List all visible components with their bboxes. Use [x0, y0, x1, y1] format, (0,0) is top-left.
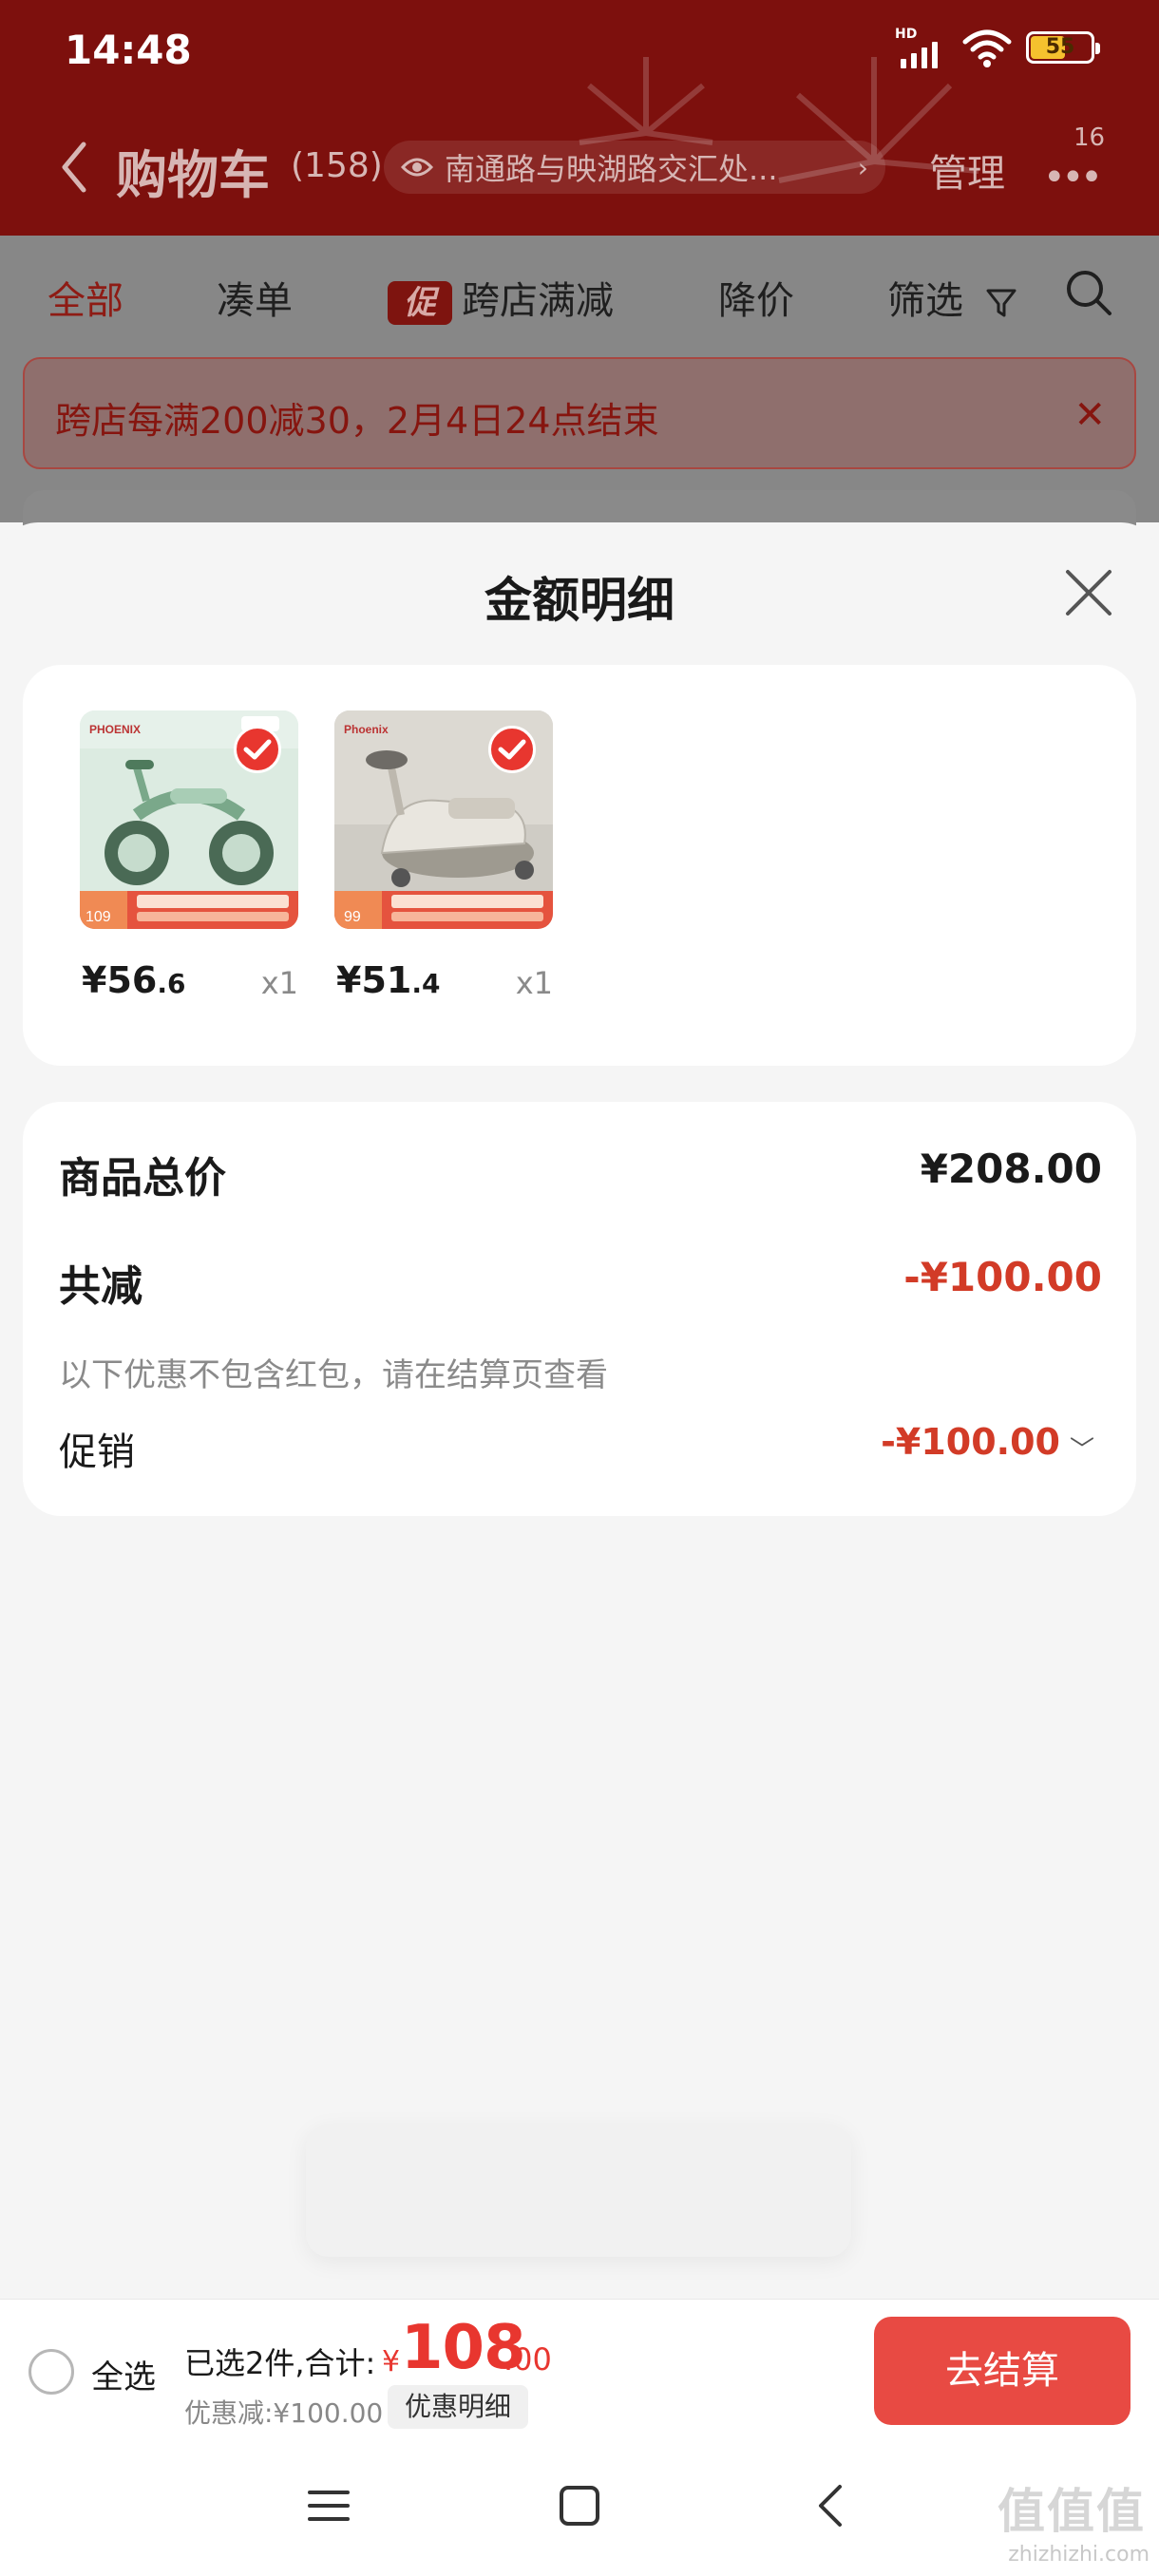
promo-badge: 促	[388, 281, 452, 325]
item-price-int: ¥56	[82, 959, 158, 1001]
item-price: ¥51.4	[336, 959, 440, 1001]
checkout-bar: 全选 已选2件,合计: ¥ 108 .00 优惠减:¥100.00 优惠明细 去…	[0, 2299, 1159, 2441]
page-title: 购物车	[116, 145, 270, 205]
discount-label: 共减	[59, 1262, 142, 1311]
tab-price-drop[interactable]: 降价	[718, 270, 794, 325]
total-amount-decimal: .00	[504, 2341, 552, 2377]
system-nav-bar: 值值值 zhizhizhi.com	[0, 2441, 1159, 2576]
back-icon[interactable]	[806, 2479, 859, 2532]
signal-hd-label: HD	[895, 27, 918, 42]
eye-icon	[401, 158, 433, 177]
total-currency: ¥	[382, 2345, 401, 2378]
wifi-icon	[962, 29, 1012, 67]
cart-count: (158)	[291, 146, 383, 185]
address-text: 南通路与映湖路交汇处...	[445, 151, 778, 187]
discount-detail-button[interactable]: 优惠明细	[388, 2385, 529, 2429]
item-price-int: ¥51	[336, 959, 412, 1001]
battery-level: 55	[1045, 35, 1075, 59]
discount-value: -¥100.00	[903, 1254, 1102, 1300]
tab-cross-store[interactable]: 促跨店满减	[388, 270, 614, 325]
menu-icon[interactable]	[302, 2479, 355, 2532]
price-summary-card: 商品总价 ¥208.00 共减 -¥100.00 以下优惠不包含红包，请在结算页…	[23, 1102, 1136, 1516]
svg-text:109: 109	[86, 909, 111, 925]
promotion-label: 促销	[59, 1430, 135, 1474]
search-icon[interactable]	[1064, 268, 1113, 317]
signal-icon: HD	[895, 27, 948, 68]
selected-items-card: PHOENIX 109 ¥56.6 x1 Phoenix 99 ¥51.4 x1	[23, 665, 1136, 1066]
tab-filter[interactable]: 筛选	[887, 270, 1017, 325]
watermark-logo: 值值值	[998, 2484, 1146, 2539]
checked-icon	[488, 726, 536, 773]
chevron-down-icon: ﹀	[1069, 1436, 1094, 1465]
sheet-title: 金额明细	[484, 573, 674, 628]
goods-total-label: 商品总价	[59, 1154, 226, 1203]
discount-summary: 优惠减:¥100.00	[184, 2397, 384, 2429]
address-selector[interactable]: 南通路与映湖路交汇处... ›	[384, 141, 885, 194]
home-icon[interactable]	[553, 2479, 606, 2532]
tab-bundle[interactable]: 凑单	[217, 270, 293, 325]
tab-filter-label: 筛选	[887, 279, 963, 323]
amount-detail-sheet: 金额明细 PHOENIX 109 ¥56.6 x1 Phoenix 99 ¥51…	[0, 522, 1159, 2576]
promo-banner-text: 跨店每满200减30，2月4日24点结束	[55, 400, 659, 442]
balance-bike-product-image[interactable]: PHOENIX 109	[80, 710, 298, 929]
discount-note: 以下优惠不包含红包，请在结算页查看	[59, 1356, 608, 1394]
item-quantity: x1	[260, 965, 298, 1001]
tab-cross-store-label: 跨店满减	[462, 279, 614, 323]
svg-text:PHOENIX: PHOENIX	[89, 723, 141, 736]
more-icon[interactable]: •••	[1043, 156, 1103, 199]
goods-total-value: ¥208.00	[920, 1146, 1102, 1192]
nav-row: 购物车 (158) 南通路与映湖路交汇处... › 管理 ••• 16	[0, 123, 1159, 209]
banner-close-icon[interactable]: ✕	[1074, 393, 1106, 437]
toast-placeholder	[306, 2124, 851, 2257]
app-header: 14:48 HD 55 购物车 (158) 南通路与映湖路交汇处... › 管理…	[0, 0, 1159, 236]
promotion-value: -¥100.00	[881, 1421, 1060, 1463]
item-quantity: x1	[515, 965, 553, 1001]
chevron-right-icon: ›	[857, 151, 868, 183]
close-icon[interactable]	[1062, 566, 1115, 619]
status-time: 14:48	[65, 27, 192, 73]
item-price: ¥56.6	[82, 959, 185, 1001]
promo-banner: 跨店每满200减30，2月4日24点结束 ✕	[23, 357, 1136, 469]
manage-button[interactable]: 管理	[929, 142, 1005, 198]
back-chevron-icon[interactable]	[59, 141, 87, 194]
filter-tabs: 全部 凑单 促跨店满减 降价 筛选	[0, 236, 1159, 351]
watermark-text: zhizhizhi.com	[1008, 2543, 1150, 2567]
swing-car-product-image[interactable]: Phoenix 99	[334, 710, 553, 929]
message-badge: 16	[1074, 123, 1106, 152]
status-bar: 14:48 HD 55	[0, 0, 1159, 104]
filter-icon	[986, 289, 1016, 317]
battery-icon: 55	[1026, 31, 1100, 64]
tab-all[interactable]: 全部	[48, 270, 124, 325]
checked-icon	[234, 726, 281, 773]
select-all-radio[interactable]	[28, 2349, 74, 2395]
item-price-dec: .6	[157, 968, 186, 999]
select-all-label[interactable]: 全选	[91, 2351, 156, 2397]
selected-summary: 已选2件,合计:	[184, 2345, 376, 2381]
checkout-button[interactable]: 去结算	[874, 2317, 1130, 2425]
selected-item[interactable]: Phoenix 99 ¥51.4 x1	[334, 710, 553, 1001]
svg-text:Phoenix: Phoenix	[344, 723, 389, 736]
selected-item[interactable]: PHOENIX 109 ¥56.6 x1	[80, 710, 298, 1001]
item-price-dec: .4	[411, 968, 441, 999]
svg-text:99: 99	[344, 909, 361, 925]
